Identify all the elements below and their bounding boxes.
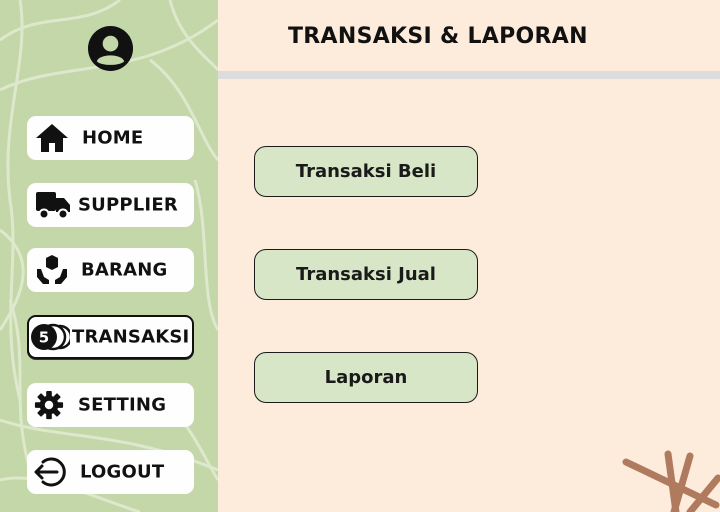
sidebar-item-barang[interactable]: BARANG — [27, 248, 194, 292]
sidebar-item-label: TRANSAKSI — [72, 326, 190, 348]
sidebar-item-setting[interactable]: SETTING — [27, 383, 194, 427]
user-avatar-icon[interactable] — [87, 25, 134, 72]
laporan-button[interactable]: Laporan — [254, 352, 478, 403]
box-hands-icon — [35, 255, 69, 285]
sidebar-item-label: LOGOUT — [80, 461, 165, 483]
sidebar-item-label: SUPPLIER — [78, 194, 178, 216]
header-divider — [218, 71, 720, 79]
sidebar: HOME SUPPLIER BARANG 5 TRANSAKSI SETTING… — [0, 0, 218, 512]
sidebar-item-logout[interactable]: LOGOUT — [27, 450, 194, 494]
sidebar-item-home[interactable]: HOME — [27, 116, 194, 160]
sidebar-item-transaksi[interactable]: 5 TRANSAKSI — [27, 315, 194, 359]
sidebar-item-supplier[interactable]: SUPPLIER — [27, 183, 194, 227]
page-title: TRANSAKSI & LAPORAN — [288, 24, 588, 49]
transaksi-jual-button[interactable]: Transaksi Jual — [254, 249, 478, 300]
sidebar-item-label: SETTING — [78, 394, 167, 416]
logout-icon — [33, 456, 67, 488]
home-icon — [35, 123, 69, 153]
coins-icon-number: 5 — [39, 329, 49, 347]
transaksi-beli-button[interactable]: Transaksi Beli — [254, 146, 478, 197]
decorative-sticks — [622, 450, 720, 512]
main-content: TRANSAKSI & LAPORAN Transaksi Beli Trans… — [218, 0, 720, 512]
sidebar-item-label: BARANG — [81, 259, 168, 281]
sidebar-item-label: HOME — [82, 127, 144, 149]
truck-icon — [35, 190, 71, 220]
coins-icon: 5 — [30, 322, 70, 352]
gear-icon — [33, 390, 65, 420]
